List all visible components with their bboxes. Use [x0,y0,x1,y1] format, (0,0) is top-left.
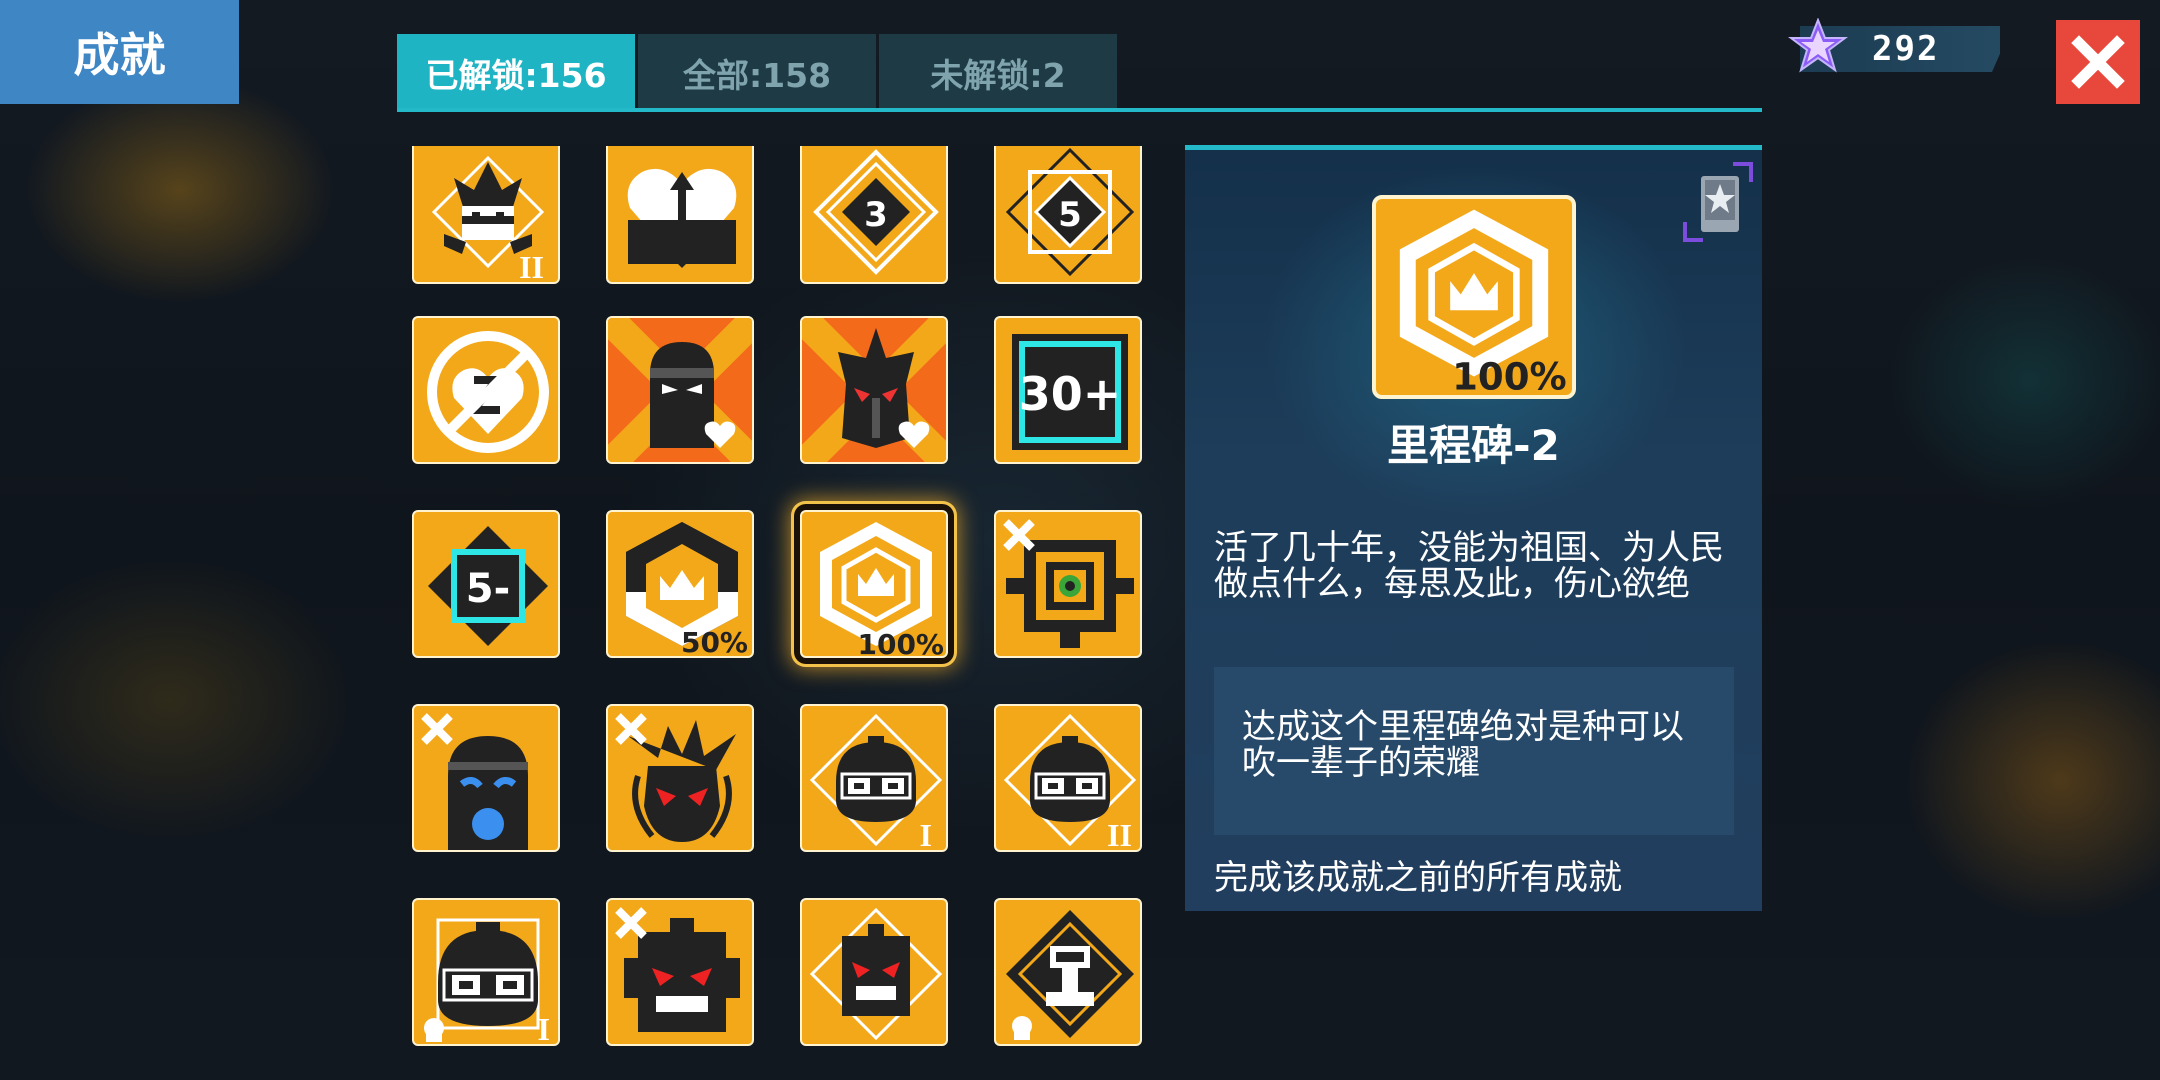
achievement-item[interactable] [800,316,952,468]
svg-text:II: II [519,249,544,284]
close-button[interactable] [2056,20,2140,104]
achievement-item[interactable]: II [412,146,564,288]
achievement-item[interactable] [606,704,758,856]
target-eye-badge-icon [1003,519,1134,648]
svg-text:5-: 5- [466,566,510,612]
achievement-item[interactable]: 3 [800,146,952,288]
achievement-detail-panel: 100% 里程碑-2 活了几十年，没能为祖国、为人民做点什么，每思及此，伤心欲绝… [1185,145,1762,911]
milestone-crown-badge-icon: 100% [1399,209,1567,395]
achievement-requirement: 完成该成就之前的所有成就 [1214,858,1622,898]
achievement-description-box: 达成这个里程碑绝对是种可以吹一辈子的荣耀 [1214,667,1734,835]
svg-text:II: II [1107,817,1132,852]
robot-red-eyes-badge-icon [615,907,740,1032]
sad-blue-face-badge-icon [421,713,528,850]
achievement-description: 达成这个里程碑绝对是种可以吹一辈子的荣耀 [1242,707,1684,783]
spiky-hair-masked-head-badge-icon: II [431,155,545,284]
diamond-number-badge-icon: 3 [813,149,939,275]
achievement-item[interactable]: 5- [412,510,564,662]
svg-text:30+: 30+ [1019,367,1122,421]
currency-value: 292 [1872,29,1940,69]
ninja-heart-badge-icon [608,318,752,462]
milestone-crown-badge-icon: 100% [820,522,944,658]
achievement-item-selected[interactable]: 100% [800,510,952,662]
robot-red-eyes-diamond-badge-icon [809,907,943,1041]
achievement-quote: 活了几十年，没能为祖国、为人民做点什么，每思及此，伤心欲绝 [1214,528,1724,604]
tab-locked[interactable]: 未解锁:2 [879,34,1117,112]
achievement-item[interactable]: 50% [606,510,758,662]
svg-text:3: 3 [864,195,888,235]
achievement-item[interactable]: I [800,704,952,856]
svg-text:100%: 100% [1452,356,1567,395]
goggles-head-badge-icon: I [809,713,943,852]
share-card-icon[interactable] [1683,162,1753,242]
tab-underline [397,108,1762,112]
achievement-item[interactable] [412,704,564,856]
svg-text:I: I [920,817,932,852]
goggles-head-badge-icon: II [1003,713,1137,852]
svg-text:I: I [538,1011,550,1046]
milestone-crown-half-badge-icon: 50% [626,522,748,658]
spiky-red-eyes-badge-icon [615,713,736,842]
tower-diamond-skull-badge-icon [1006,910,1134,1040]
achievement-item[interactable] [994,898,1146,1050]
achievement-item[interactable]: II [994,704,1146,856]
goggles-head-skull-badge-icon: I [424,918,550,1046]
close-x-icon [2071,35,2125,89]
no-broken-heart-badge-icon [427,331,549,453]
heart-arrow-up-badge-icon [627,168,737,268]
achievement-item[interactable] [606,146,758,288]
tab-all[interactable]: 全部:158 [638,34,876,112]
tab-unlocked[interactable]: 已解锁:156 [397,34,635,112]
achievement-title: 里程碑-2 [1387,421,1560,470]
five-minus-badge-icon: 5- [428,526,548,646]
svg-text:50%: 50% [681,626,748,658]
svg-text:100%: 100% [857,628,944,658]
purple-star-gem-icon [1788,18,1848,73]
achievement-item[interactable] [606,898,758,1050]
detail-badge: 100% [1372,195,1576,399]
page-title: 成就 [0,0,239,104]
achievement-item[interactable]: I [412,898,564,1050]
dark-knight-heart-badge-icon [802,318,946,462]
achievement-item[interactable] [412,316,564,468]
achievement-item[interactable] [994,510,1146,662]
achievement-item[interactable] [606,316,758,468]
achievement-item[interactable]: 30+ [994,316,1146,468]
achievement-item[interactable]: 5 [994,146,1146,288]
thirty-plus-badge-icon: 30+ [1012,334,1128,450]
achievement-grid: II 3 5 30+ 5- 50% 100% I II I [400,146,1160,1076]
diamond-number-badge-icon: 5 [1005,147,1135,277]
achievement-item[interactable] [800,898,952,1050]
achievement-tabs: 已解锁:156 全部:158 未解锁:2 [397,34,1117,112]
svg-text:5: 5 [1058,195,1082,235]
